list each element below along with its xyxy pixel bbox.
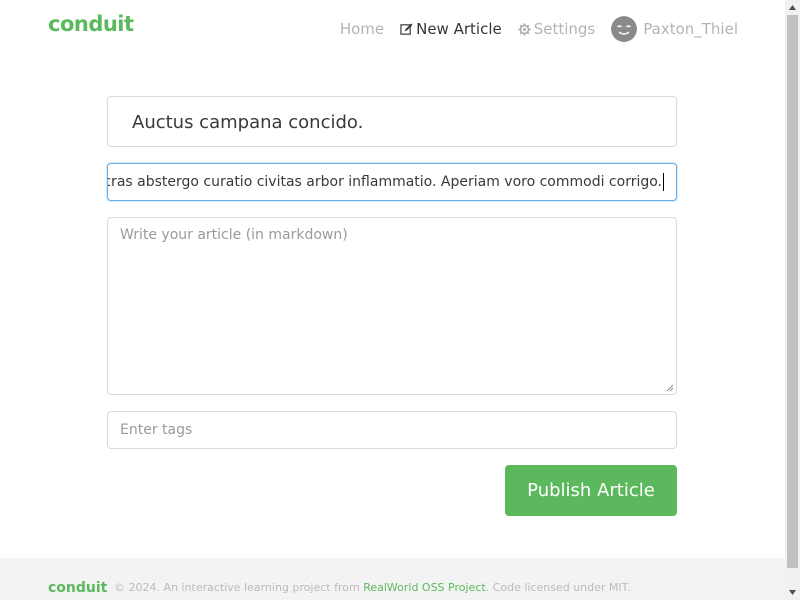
scroll-down-arrow-icon[interactable] (785, 585, 800, 600)
footer-realworld-link[interactable]: RealWorld OSS Project (363, 581, 486, 594)
nav-item-label: Home (339, 20, 385, 38)
brand-logo[interactable]: conduit (48, 12, 134, 36)
nav-item-new-article[interactable]: New Article (400, 20, 502, 38)
article-about-value: cras abstergo curatio civitas arbor infl… (107, 173, 664, 191)
edit-icon (400, 22, 413, 35)
resize-handle-icon[interactable] (666, 384, 674, 392)
footer: conduit © 2024. An interactive learning … (0, 558, 785, 600)
avatar (611, 16, 638, 42)
page: conduit Home New Article Settings Paxton… (0, 0, 785, 600)
gear-icon (518, 22, 531, 36)
navbar: conduit Home New Article Settings Paxton… (0, 0, 785, 56)
scrollbar-thumb[interactable] (787, 15, 798, 568)
vertical-scrollbar[interactable] (785, 0, 800, 600)
nav-item-label: Settings (533, 20, 596, 38)
text-caret (663, 173, 664, 191)
nav-item-home[interactable]: Home (340, 20, 384, 38)
nav-item-label: Paxton_Thiel (643, 20, 738, 38)
publish-article-button[interactable]: Publish Article (505, 465, 677, 516)
nav-menu: Home New Article Settings Paxton_Thiel (324, 16, 738, 42)
article-about-input[interactable]: cras abstergo curatio civitas arbor infl… (107, 163, 677, 201)
article-tags-input[interactable]: Enter tags (107, 411, 677, 449)
nav-item-profile[interactable]: Paxton_Thiel (611, 16, 738, 42)
article-title-input[interactable]: Auctus campana concido. (107, 96, 677, 147)
article-body-placeholder: Write your article (in markdown) (120, 227, 348, 243)
footer-attribution: © 2024. An interactive learning project … (114, 581, 631, 594)
article-editor-form: Auctus campana concido. cras abstergo cu… (107, 96, 677, 516)
article-body-textarea[interactable]: Write your article (in markdown) (107, 217, 677, 395)
scroll-up-arrow-icon[interactable] (785, 0, 800, 15)
nav-item-settings[interactable]: Settings (518, 20, 596, 38)
footer-brand-logo[interactable]: conduit (48, 580, 107, 596)
nav-item-label: New Article (416, 20, 502, 38)
